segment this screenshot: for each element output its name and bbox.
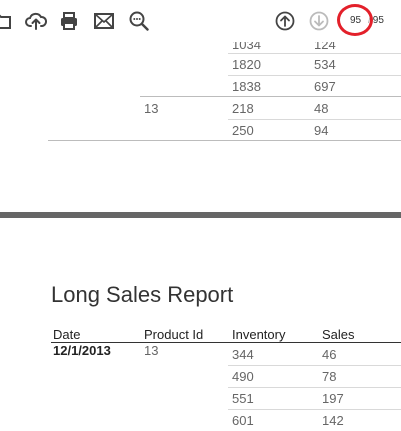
sales-cell: 697: [314, 79, 336, 94]
email-icon[interactable]: [92, 9, 116, 33]
group-divider: [140, 96, 401, 97]
highlight-circle: [337, 4, 373, 36]
sales-cell: 46: [322, 347, 337, 362]
inventory-cell: 344: [232, 347, 254, 362]
table-row: 344 46: [0, 344, 401, 365]
table-row: 490 78: [0, 366, 401, 387]
inventory-cell: 551: [232, 391, 254, 406]
report-page-current: Long Sales Report Date Product Id Invent…: [0, 218, 401, 431]
upload-icon[interactable]: [24, 9, 48, 33]
group-divider: [48, 140, 401, 141]
inventory-cell: 1838: [232, 79, 261, 94]
inventory-cell: 601: [232, 413, 254, 428]
inventory-cell: 250: [232, 123, 254, 138]
table-row: 1820 534: [0, 54, 401, 75]
sales-cell: 94: [314, 123, 329, 138]
product-id-cell: 13: [144, 101, 159, 116]
sales-cell: 48: [314, 101, 329, 116]
open-icon[interactable]: [0, 9, 14, 33]
inventory-cell: 1820: [232, 57, 261, 72]
column-header-date: Date: [53, 327, 81, 342]
sales-cell: 197: [322, 391, 344, 406]
previous-page-icon[interactable]: [273, 9, 297, 33]
report-title: Long Sales Report: [51, 282, 234, 307]
next-page-icon[interactable]: [307, 9, 331, 33]
sales-cell: 78: [322, 369, 337, 384]
report-page-previous: 1034 124 1820 534 1838 697 13 218 48 250…: [0, 42, 401, 212]
table-row: 551 197: [0, 388, 401, 409]
inventory-cell: 490: [232, 369, 254, 384]
report-toolbar: 95 /95: [0, 0, 401, 42]
table-row: 601 142: [0, 410, 401, 431]
print-icon[interactable]: [57, 9, 81, 33]
total-pages-value: 95: [372, 15, 384, 26]
table-row: 1838 697: [0, 76, 401, 97]
column-header-product-id: Product Id: [144, 327, 204, 342]
column-header-inventory: Inventory: [232, 327, 286, 342]
column-header-sales: Sales: [322, 327, 355, 342]
zoom-icon[interactable]: [127, 9, 151, 33]
sales-cell: 534: [314, 57, 336, 72]
table-row: 250 94: [0, 120, 401, 141]
table-row: 13 218 48: [0, 98, 401, 119]
inventory-cell: 218: [232, 101, 254, 116]
sales-cell: 142: [322, 413, 344, 428]
